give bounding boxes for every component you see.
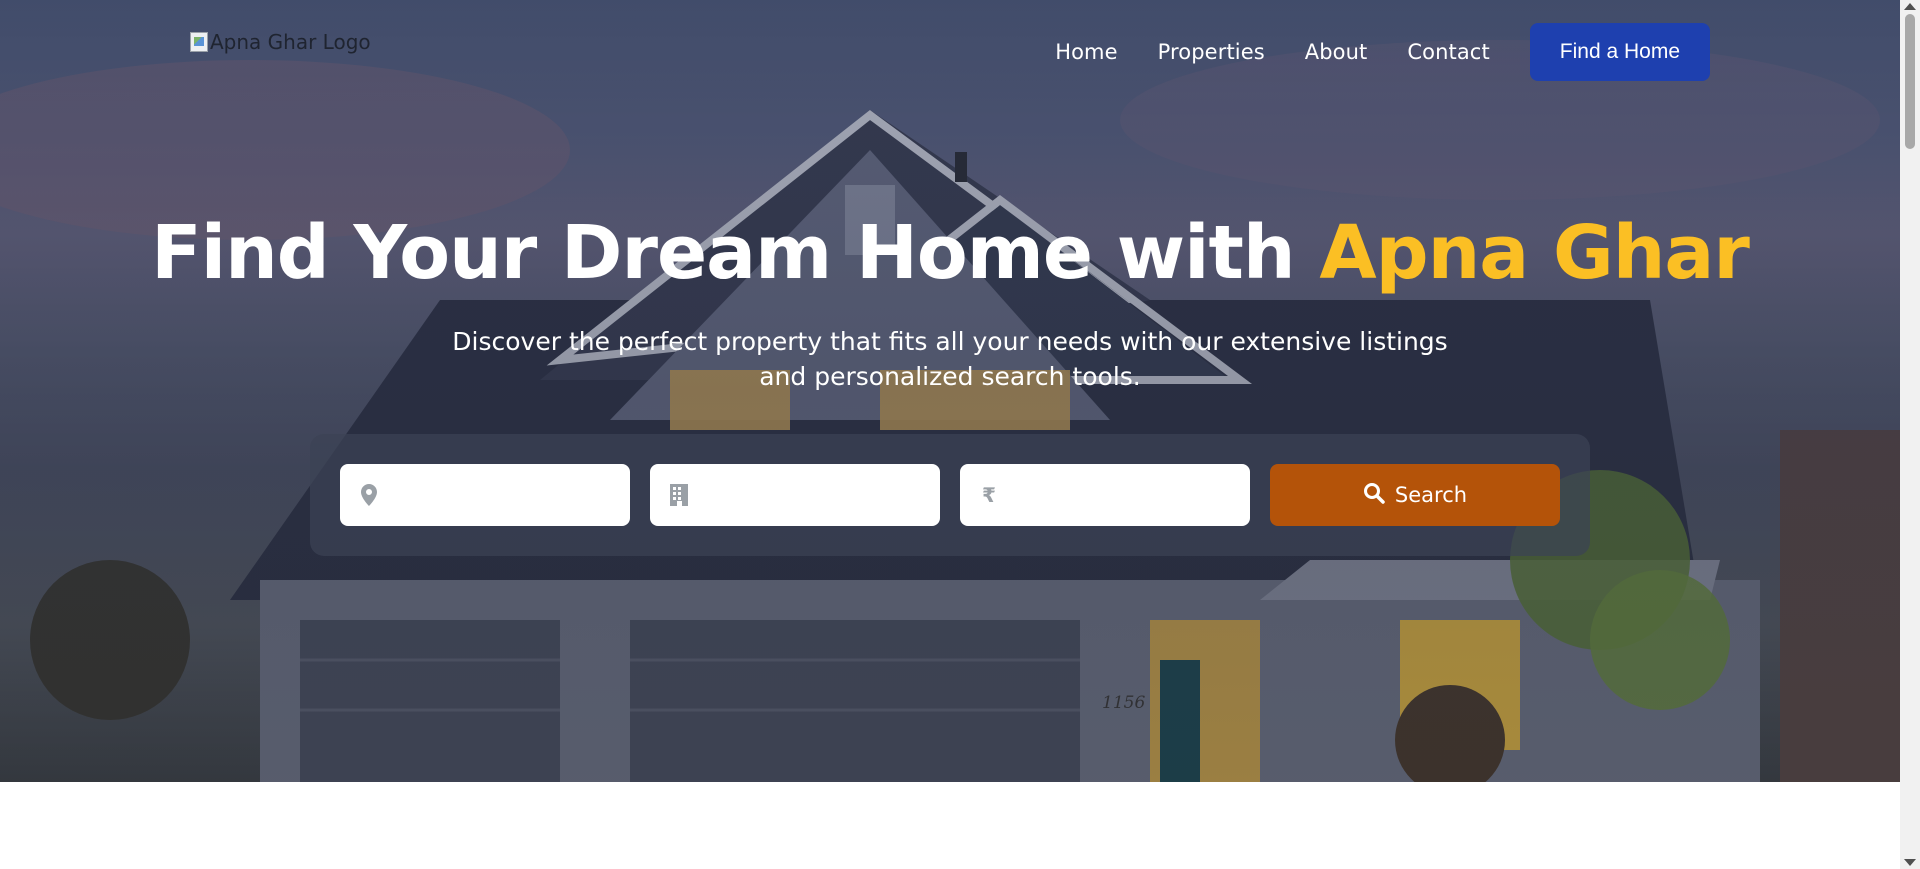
main-nav: Home Properties About Contact Find a Hom… [1015,23,1710,81]
hero-title: Find Your Dream Home with Apna Ghar [0,210,1900,296]
scroll-down-arrow-icon[interactable] [1904,859,1916,866]
find-a-home-button[interactable]: Find a Home [1529,23,1710,81]
search-icon [1363,482,1385,509]
nav-contact-link[interactable]: Contact [1407,40,1489,64]
search-button[interactable]: Search [1270,464,1560,526]
hero-title-brand: Apna Ghar [1319,210,1749,296]
hero-title-main: Find Your Dream Home with [151,210,1320,296]
rupee-icon: ₹ [982,483,996,507]
nav-properties-link[interactable]: Properties [1158,40,1265,64]
logo-alt-text: Apna Ghar Logo [210,30,371,54]
price-input[interactable] [1010,464,1250,526]
search-button-label: Search [1394,483,1468,507]
search-panel: ₹ Search [310,434,1590,556]
property-type-input[interactable] [700,464,940,526]
scrollbar-thumb[interactable] [1905,14,1915,149]
property-type-field[interactable] [650,464,940,526]
price-field[interactable]: ₹ [960,464,1250,526]
site-logo[interactable]: Apna Ghar Logo [190,30,371,54]
map-marker-icon [358,484,380,506]
building-icon [668,484,690,506]
nav-about-link[interactable]: About [1305,40,1368,64]
hero-subtitle: Discover the perfect property that fits … [452,327,1448,391]
nav-home-link[interactable]: Home [1055,40,1117,64]
page-scrollbar[interactable] [1900,0,1920,869]
broken-image-icon [190,32,208,52]
scroll-up-arrow-icon[interactable] [1904,3,1916,10]
location-input[interactable] [390,464,630,526]
location-field[interactable] [340,464,630,526]
